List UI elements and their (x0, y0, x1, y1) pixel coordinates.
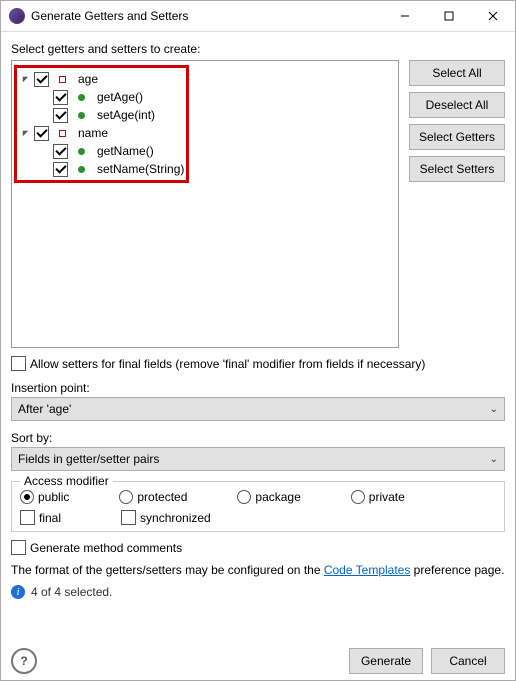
help-button[interactable]: ? (11, 648, 37, 674)
protected-radio[interactable] (119, 490, 133, 504)
expand-icon[interactable] (19, 129, 31, 138)
chevron-down-icon: ⌄ (490, 404, 498, 415)
highlight-annotation: age getAge() (14, 65, 189, 183)
private-radio[interactable] (351, 490, 365, 504)
insertion-point-combo[interactable]: After 'age' ⌄ (11, 397, 505, 421)
select-getters-button[interactable]: Select Getters (409, 124, 505, 150)
method-label: setAge(int) (97, 108, 155, 122)
window-controls (383, 1, 515, 31)
chevron-down-icon: ⌄ (490, 454, 498, 465)
titlebar: Generate Getters and Setters (1, 1, 515, 32)
instruction-label: Select getters and setters to create: (11, 42, 505, 56)
insertion-point-value: After 'age' (18, 402, 490, 416)
method-checkbox[interactable] (53, 90, 68, 105)
generate-comments-checkbox[interactable] (11, 540, 26, 555)
status-bar: i 4 of 4 selected. (11, 585, 505, 599)
method-checkbox[interactable] (53, 144, 68, 159)
expand-icon[interactable] (19, 75, 31, 84)
status-text: 4 of 4 selected. (31, 585, 112, 599)
field-checkbox[interactable] (34, 72, 49, 87)
public-label: public (38, 490, 69, 504)
field-checkbox[interactable] (34, 126, 49, 141)
cancel-button[interactable]: Cancel (431, 648, 505, 674)
method-checkbox[interactable] (53, 162, 68, 177)
sort-by-label: Sort by: (11, 431, 505, 445)
deselect-all-button[interactable]: Deselect All (409, 92, 505, 118)
format-hint: The format of the getters/setters may be… (11, 563, 505, 577)
maximize-button[interactable] (427, 1, 471, 31)
method-icon (78, 148, 85, 155)
sort-by-value: Fields in getter/setter pairs (18, 452, 490, 466)
final-label: final (39, 511, 61, 525)
close-button[interactable] (471, 1, 515, 31)
group-title: Access modifier (20, 474, 113, 488)
allow-final-checkbox[interactable] (11, 356, 26, 371)
insertion-point-label: Insertion point: (11, 381, 505, 395)
eclipse-icon (9, 8, 25, 24)
members-tree[interactable]: age getAge() (11, 60, 399, 348)
field-label: name (78, 126, 108, 140)
method-icon (78, 166, 85, 173)
allow-final-label: Allow setters for final fields (remove '… (30, 357, 425, 371)
method-label: getName() (97, 144, 154, 158)
method-label: getAge() (97, 90, 143, 104)
package-radio[interactable] (237, 490, 251, 504)
select-all-button[interactable]: Select All (409, 60, 505, 86)
sort-by-combo[interactable]: Fields in getter/setter pairs ⌄ (11, 447, 505, 471)
field-label: age (78, 72, 98, 86)
method-checkbox[interactable] (53, 108, 68, 123)
generate-button[interactable]: Generate (349, 648, 423, 674)
dialog-content: Select getters and setters to create: ag… (1, 32, 515, 680)
method-icon (78, 94, 85, 101)
generate-getters-setters-dialog: Generate Getters and Setters Select gett… (0, 0, 516, 681)
select-setters-button[interactable]: Select Setters (409, 156, 505, 182)
info-icon: i (11, 585, 25, 599)
code-templates-link[interactable]: Code Templates (324, 563, 411, 577)
field-icon (59, 130, 66, 137)
method-label: setName(String) (97, 162, 184, 176)
access-modifier-group: Access modifier public protected package… (11, 481, 505, 532)
synchronized-label: synchronized (140, 511, 211, 525)
public-radio[interactable] (20, 490, 34, 504)
package-label: package (255, 490, 300, 504)
minimize-button[interactable] (383, 1, 427, 31)
generate-comments-label: Generate method comments (30, 541, 182, 555)
window-title: Generate Getters and Setters (31, 9, 383, 23)
protected-label: protected (137, 490, 187, 504)
synchronized-checkbox[interactable] (121, 510, 136, 525)
final-checkbox[interactable] (20, 510, 35, 525)
field-icon (59, 76, 66, 83)
private-label: private (369, 490, 405, 504)
method-icon (78, 112, 85, 119)
